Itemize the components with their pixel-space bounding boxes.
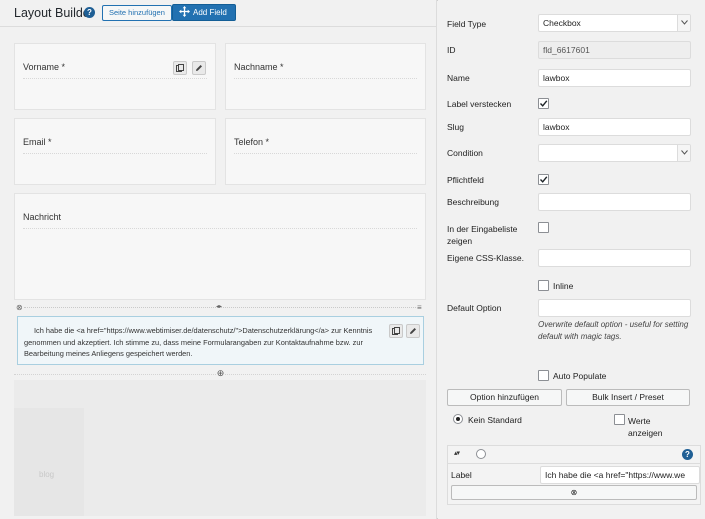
edit-button[interactable] <box>406 324 420 338</box>
name-field[interactable]: lawbox <box>538 69 691 87</box>
option-default-radio[interactable] <box>476 449 486 459</box>
pencil-icon <box>410 328 416 334</box>
hide-label-label: Label verstecken <box>447 99 512 109</box>
edit-button[interactable] <box>192 61 206 75</box>
condition-select[interactable] <box>538 144 691 162</box>
checkmark-icon <box>539 176 548 183</box>
required-checkbox[interactable] <box>538 174 549 185</box>
add-option-button[interactable]: Option hinzufügen <box>447 389 562 406</box>
field-email[interactable]: Email * <box>14 118 216 185</box>
field-vorname[interactable]: Vorname * <box>14 43 216 110</box>
help-icon[interactable]: ? <box>682 449 693 460</box>
select-caret <box>677 145 690 161</box>
inline-label: Inline <box>553 281 574 291</box>
entry-list-label: In der Eingabeliste zeigen <box>447 223 517 247</box>
page-placeholder: blog <box>39 470 55 479</box>
default-option-hint: Overwrite default option - useful for se… <box>538 320 689 341</box>
bulk-insert-button[interactable]: Bulk Insert / Preset <box>566 389 690 406</box>
field-label-vorname: Vorname * <box>23 62 66 72</box>
id-field: fld_6617601 <box>538 41 691 59</box>
sort-handle-icon[interactable]: ▴▾ <box>454 449 460 457</box>
entry-list-checkbox[interactable] <box>538 222 549 233</box>
css-class-field[interactable] <box>538 249 691 267</box>
resize-column-icon[interactable]: ◂▸ <box>216 303 222 312</box>
show-values-checkbox[interactable] <box>614 414 625 425</box>
chevron-down-icon <box>681 150 688 155</box>
empty-column <box>14 408 84 516</box>
option-label-field[interactable]: Ich habe die <a href="https://www.we <box>540 466 700 484</box>
entry-list-label-line1: In der Eingabeliste <box>447 224 518 234</box>
default-option-label: Default Option <box>447 303 502 313</box>
field-type-select[interactable]: Checkbox <box>538 14 691 32</box>
no-default-radio[interactable] <box>453 414 463 424</box>
layout-builder-panel: Layout Builder ? Seite hinzufügen Add Fi… <box>0 0 437 519</box>
show-values-label-line2: anzeigen <box>628 428 663 438</box>
builder-toolbar: Layout Builder ? Seite hinzufügen Add Fi… <box>0 0 437 27</box>
name-label: Name <box>447 73 470 83</box>
add-row-icon[interactable]: ⊕ <box>216 369 225 378</box>
description-label: Beschreibung <box>447 197 499 207</box>
description-field[interactable] <box>538 193 691 211</box>
field-type-label: Field Type <box>447 19 487 29</box>
no-default-label: Kein Standard <box>468 415 522 425</box>
field-type-value: Checkbox <box>543 18 581 28</box>
field-divider <box>23 153 207 154</box>
show-values-label: Werte anzeigen <box>628 415 663 439</box>
copy-icon <box>176 64 184 72</box>
help-icon[interactable]: ? <box>84 7 95 18</box>
field-divider <box>234 78 417 79</box>
slug-field[interactable]: lawbox <box>538 118 691 136</box>
field-nachricht[interactable]: Nachricht <box>14 193 426 300</box>
field-label-nachname: Nachname * <box>234 62 284 72</box>
row-controls: ⊗ ◂▸ ≡ <box>14 303 426 312</box>
condition-label: Condition <box>447 148 483 158</box>
auto-populate-label: Auto Populate <box>553 371 607 381</box>
required-label: Pflichtfeld <box>447 175 484 185</box>
add-field-label: Add Field <box>193 8 227 17</box>
select-caret <box>677 15 690 31</box>
slug-label: Slug <box>447 122 465 132</box>
field-lawbox-selected[interactable]: Ich habe die <a href="https://www.webtim… <box>17 316 424 365</box>
default-option-field[interactable] <box>538 299 691 317</box>
field-divider <box>234 153 417 154</box>
option-label-label: Label <box>451 470 472 480</box>
copy-icon <box>392 327 400 335</box>
option-divider <box>448 463 700 464</box>
move-icon <box>179 6 190 17</box>
auto-populate-checkbox[interactable] <box>538 370 549 381</box>
show-values-label-line1: Werte <box>628 416 651 426</box>
pencil-icon <box>196 65 202 71</box>
add-field-button[interactable]: Add Field <box>172 4 236 21</box>
consent-label: Ich habe die <a href="https://www.webtim… <box>24 325 392 360</box>
entry-list-label-line2: zeigen <box>447 236 473 246</box>
field-label-telefon: Telefon * <box>234 137 270 147</box>
option-row: ▴▾ ? Label Ich habe die <a href="https:/… <box>447 445 701 505</box>
field-label-email: Email * <box>23 137 52 147</box>
css-class-label: Eigene CSS-Klasse. <box>447 253 525 263</box>
inline-checkbox[interactable] <box>538 280 549 291</box>
duplicate-button[interactable] <box>389 324 403 338</box>
remove-option-button[interactable]: ⊗ <box>451 485 697 500</box>
duplicate-button[interactable] <box>173 61 187 75</box>
checkmark-icon <box>539 100 548 107</box>
field-telefon[interactable]: Telefon * <box>225 118 426 185</box>
field-divider <box>23 228 417 229</box>
consent-text: Ich habe die <a href="https://www.webtim… <box>24 326 373 358</box>
page-title: Layout Builder <box>14 6 94 20</box>
field-divider <box>23 78 207 79</box>
add-page-button[interactable]: Seite hinzufügen <box>102 5 172 21</box>
add-row-bar: ⊕ <box>14 369 426 379</box>
field-label-nachricht: Nachricht <box>23 212 62 222</box>
id-label: ID <box>447 45 456 55</box>
hide-label-checkbox[interactable] <box>538 98 549 109</box>
field-settings-panel: Field Type Checkbox ID fld_6617601 Name … <box>438 0 705 519</box>
field-nachname[interactable]: Nachname * <box>225 43 426 110</box>
page-drop-area: blog <box>14 380 426 516</box>
row-menu-icon[interactable]: ≡ <box>417 303 422 312</box>
remove-row-icon[interactable]: ⊗ <box>16 303 23 312</box>
chevron-down-icon <box>681 20 688 25</box>
